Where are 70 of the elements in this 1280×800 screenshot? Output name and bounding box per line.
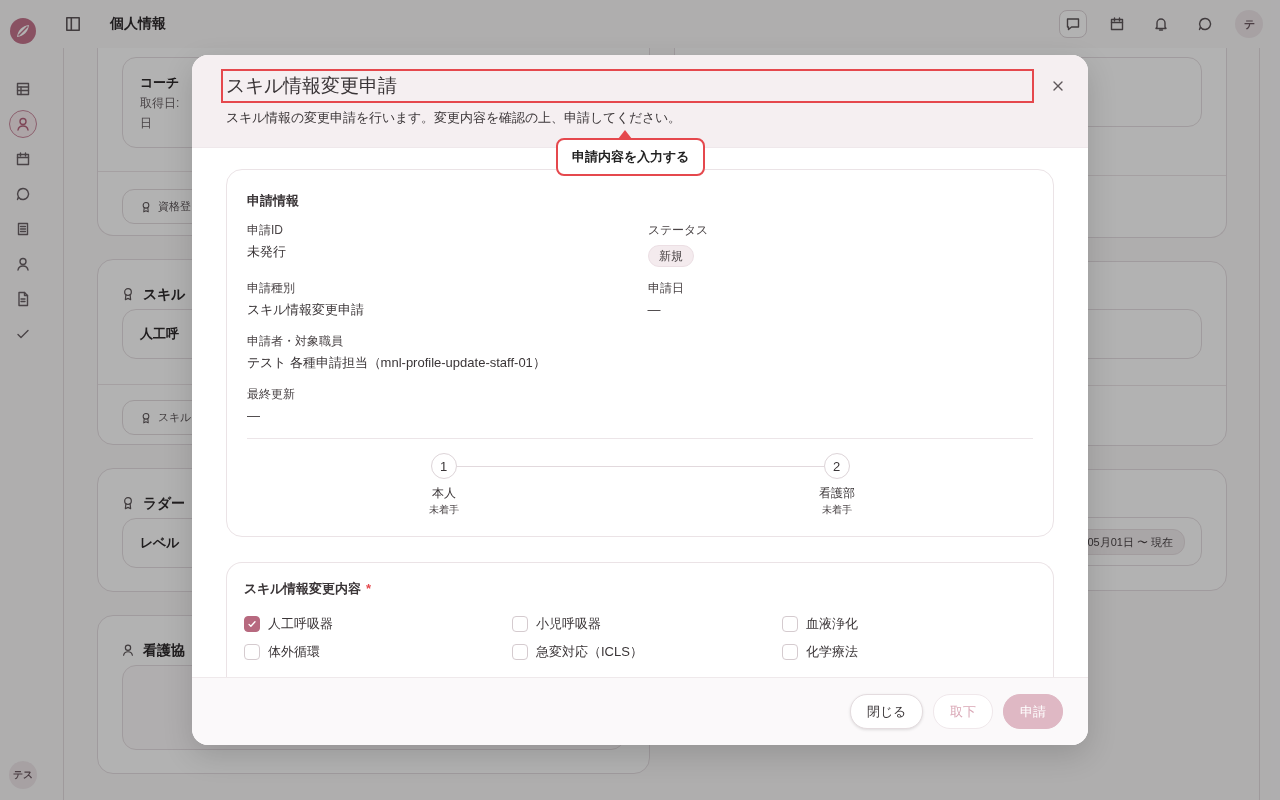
medal-icon — [121, 496, 135, 510]
medal-icon — [121, 287, 135, 301]
item-detail: 日 — [140, 115, 152, 132]
step-number: 2 — [823, 453, 850, 479]
item-detail: 取得日: — [140, 95, 180, 112]
sidebar-toggle-button[interactable] — [63, 14, 83, 34]
step-status: 未着手 — [821, 503, 852, 517]
user-avatar[interactable]: テス — [9, 761, 37, 789]
table-icon — [15, 81, 31, 97]
checkbox[interactable] — [512, 616, 528, 632]
checkbox-label[interactable]: 血液浄化 — [806, 614, 858, 634]
medal-icon — [140, 200, 152, 213]
card-title: 申請情報 — [247, 192, 300, 210]
field-value: テスト 各種申請担当（mnl-profile-update-staff-01） — [247, 354, 546, 372]
step-number: 1 — [430, 453, 457, 479]
step-label: 看護部 — [818, 485, 855, 502]
field-label: 申請日 — [647, 280, 684, 297]
panel-icon — [64, 15, 82, 33]
field-label: 申請ID — [247, 222, 283, 239]
required-mark: * — [366, 580, 372, 598]
checkbox[interactable] — [244, 616, 260, 632]
item-title: コーチ — [140, 74, 179, 92]
user-avatar[interactable]: テ — [1235, 10, 1263, 38]
checkbox[interactable] — [782, 644, 798, 660]
field-value: — — [647, 301, 661, 319]
sidebar-item[interactable] — [9, 110, 37, 138]
dialog-title: スキル情報変更申請 — [226, 74, 397, 98]
checkbox[interactable] — [782, 616, 798, 632]
logo-icon[interactable] — [9, 17, 37, 45]
chat-bubble-icon — [1197, 16, 1213, 32]
person-icon — [15, 256, 31, 272]
field-label: 申請者・対象職員 — [247, 333, 343, 350]
item-title: レベル — [140, 534, 179, 552]
field-label: ステータス — [647, 222, 708, 239]
field-label: 申請種別 — [247, 280, 295, 297]
tooltip: 申請内容を入力する — [556, 138, 705, 176]
field-value: 未発行 — [247, 243, 286, 261]
list-icon — [15, 221, 31, 237]
message-icon — [1065, 16, 1081, 32]
dialog-description: スキル情報の変更申請を行います。変更内容を確認の上、申請してください。 — [226, 109, 681, 127]
section-heading: スキル — [143, 285, 185, 304]
page-title: 個人情報 — [110, 15, 166, 33]
checkbox[interactable] — [244, 644, 260, 660]
checkbox-label[interactable]: 体外循環 — [268, 642, 320, 662]
status-badge: 新規 — [647, 245, 694, 267]
person-icon — [15, 116, 31, 132]
checkbox-label[interactable]: 化学療法 — [806, 642, 858, 662]
dialog-button[interactable]: 閉じる — [850, 694, 923, 729]
field-value: — — [247, 407, 260, 425]
person-icon — [121, 643, 135, 657]
checkbox[interactable] — [512, 644, 528, 660]
section-heading: ラダー — [143, 494, 185, 513]
calendar-icon — [15, 151, 31, 167]
checkbox-label[interactable]: 人工呼吸器 — [268, 614, 333, 634]
check-icon — [246, 618, 258, 630]
checkbox-label[interactable]: 急変対応（ICLS） — [536, 642, 643, 662]
step-label: 本人 — [431, 485, 456, 502]
document-icon — [15, 291, 31, 307]
chat-bubble-icon — [15, 186, 31, 202]
card-title: スキル情報変更内容 — [244, 580, 361, 598]
toolbar-button[interactable] — [1059, 10, 1087, 38]
medal-icon — [140, 411, 152, 424]
checkbox-label[interactable]: 小児呼吸器 — [536, 614, 601, 634]
section-heading: 看護協 — [143, 641, 185, 660]
field-value: スキル情報変更申請 — [247, 301, 364, 319]
notification-bell-icon — [1153, 16, 1169, 32]
calendar-icon — [1109, 16, 1125, 32]
item-title: 人工呼 — [140, 325, 179, 343]
step-status: 未着手 — [428, 503, 459, 517]
field-label: 最終更新 — [247, 386, 295, 403]
